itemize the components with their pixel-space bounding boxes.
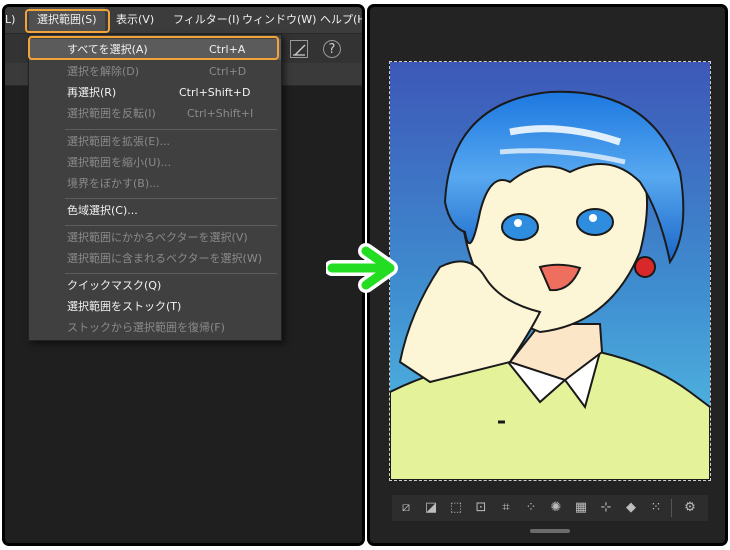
settings-icon[interactable]: ⚙	[679, 497, 701, 519]
left-panel: L) 選択範囲(S) 表示(V) フィルター(I) ウィンドウ(W) ヘルプ(H…	[2, 4, 365, 546]
menu-filter[interactable]: フィルター(I)	[173, 7, 240, 33]
crop-icon[interactable]: ⌗	[495, 497, 517, 519]
menu-separator	[65, 198, 277, 199]
menu-separator	[65, 129, 277, 130]
menu-item-reselect[interactable]: 再選択(R) Ctrl+Shift+D	[29, 82, 281, 103]
menu-item-shrink[interactable]: 選択範囲を縮小(U)...	[29, 152, 281, 173]
menu-item-color-range[interactable]: 色域選択(C)...	[29, 200, 281, 221]
menu-separator	[65, 225, 277, 226]
shrink-selection-icon[interactable]: ✺	[545, 497, 567, 519]
fill-icon[interactable]: ◆	[620, 497, 642, 519]
menu-view[interactable]: 表示(V)	[116, 7, 154, 33]
highlight-select-all	[28, 36, 279, 60]
menu-item-select-vector-inside[interactable]: 選択範囲に含まれるベクターを選択(W)	[29, 248, 281, 269]
expand-selection-icon[interactable]: ⁘	[520, 497, 542, 519]
deselect-icon[interactable]: ⧄	[395, 497, 417, 519]
selection-launcher: ⧄ ◪ ⬚ ⊡ ⌗ ⁘ ✺ ▦ ⊹ ◆ ⁙ ⚙	[392, 495, 708, 521]
menu-item-deselect[interactable]: 選択を解除(D) Ctrl+D	[29, 61, 281, 82]
help-icon[interactable]: ?	[323, 40, 341, 58]
menu-item-invert[interactable]: 選択範囲を反転(I) Ctrl+Shift+I	[29, 103, 281, 124]
menu-prev[interactable]: L)	[5, 7, 15, 33]
menu-item-select-vector-overlap[interactable]: 選択範囲にかかるベクターを選択(V)	[29, 227, 281, 248]
menu-separator	[65, 273, 277, 274]
menu-item-feather[interactable]: 境界をぼかす(B)...	[29, 173, 281, 194]
move-icon[interactable]: ⊹	[595, 497, 617, 519]
menu-help[interactable]: ヘルプ(H)	[320, 7, 362, 33]
stock-icon[interactable]: ▦	[570, 497, 592, 519]
arrow-right-icon	[326, 243, 398, 293]
right-panel: ⧄ ◪ ⬚ ⊡ ⌗ ⁘ ✺ ▦ ⊹ ◆ ⁙ ⚙	[367, 4, 728, 546]
menu-item-restore-stock[interactable]: ストックから選択範囲を復帰(F)	[29, 317, 281, 338]
illustration	[390, 62, 710, 480]
invert-selection-icon[interactable]: ◪	[420, 497, 442, 519]
menu-item-stock-selection[interactable]: 選択範囲をストック(T)	[29, 296, 281, 317]
transform-icon[interactable]: ⬚	[445, 497, 467, 519]
resize-handle[interactable]	[530, 529, 570, 533]
highlight-menu-selection	[25, 9, 110, 33]
toolbar-divider	[671, 499, 672, 517]
menu-item-expand[interactable]: 選択範囲を拡張(E)...	[29, 131, 281, 152]
screentone-icon[interactable]: ⁙	[645, 497, 667, 519]
menu-window[interactable]: ウィンドウ(W)	[242, 7, 316, 33]
scale-icon[interactable]: ⊡	[470, 497, 492, 519]
canvas-selection[interactable]	[389, 61, 711, 481]
selection-icon[interactable]	[290, 40, 308, 58]
menu-item-quick-mask[interactable]: クイックマスク(Q)	[29, 275, 281, 296]
selection-dropdown-menu: すべてを選択(A) Ctrl+A 選択を解除(D) Ctrl+D 再選択(R) Ctr…	[28, 34, 282, 341]
